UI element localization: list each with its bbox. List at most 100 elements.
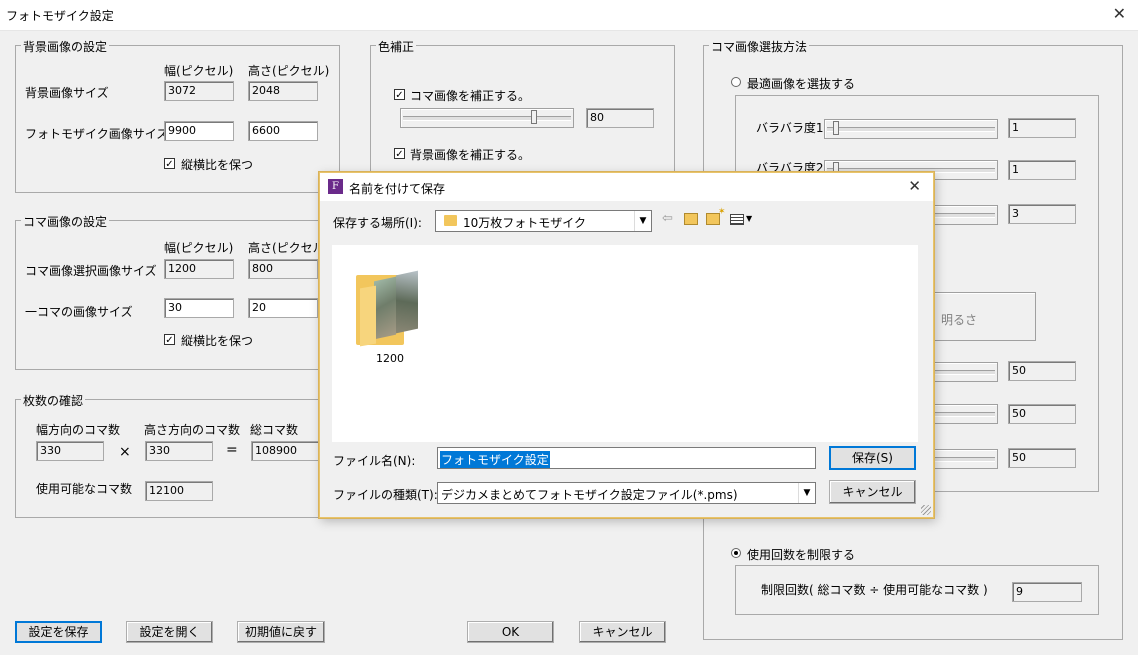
dialog-save-button[interactable]: 保存(S) <box>829 446 916 470</box>
reset-button[interactable]: 初期値に戻す <box>237 621 325 643</box>
bara1-value: 1 <box>1008 118 1076 138</box>
dialog-cancel-button[interactable]: キャンセル <box>829 480 916 504</box>
brightness-box: 、明るさ <box>924 292 1036 341</box>
slider-track <box>927 370 995 375</box>
limit-value-field: 9 <box>1012 582 1082 602</box>
slider-track <box>403 116 571 121</box>
bg-settings-title: 背景画像の設定 <box>21 38 110 55</box>
location-combo[interactable]: 10万枚フォトモザイク ▼ <box>435 210 652 232</box>
slider-track <box>927 412 995 417</box>
title-bar: フォトモザイク設定 ✕ <box>0 0 1138 31</box>
bara1-slider[interactable] <box>824 119 998 139</box>
mosaic-height-input[interactable]: 6600 <box>248 121 318 141</box>
value-c: 50 <box>1008 448 1076 468</box>
bg-correct-checkbox[interactable]: ✓ <box>394 148 405 160</box>
folder-photo-2 <box>396 270 418 334</box>
ok-button[interactable]: OK <box>467 621 554 643</box>
dialog-title: 名前を付けて保存 <box>349 182 446 196</box>
total-count-field: 108900 <box>251 441 321 461</box>
value-a: 50 <box>1008 361 1076 381</box>
limit-text: 制限回数( 総コマ数 ÷ 使用可能なコマ数 ) <box>761 583 988 597</box>
slider-c[interactable] <box>924 449 998 469</box>
bara1-label: バラバラ度1 <box>756 121 824 135</box>
mosaic-size-label: フォトモザイク画像サイズ <box>25 127 169 141</box>
folder-icon <box>444 215 457 226</box>
limit-radio[interactable] <box>731 548 741 558</box>
koma-correct-label: コマ画像を補正する。 <box>410 89 531 103</box>
dialog-close-icon[interactable]: ✕ <box>908 177 921 195</box>
koma-select-size-label: コマ画像選択画像サイズ <box>25 264 157 278</box>
window-title: フォトモザイク設定 <box>6 9 114 23</box>
selection-method-title: コマ画像選抜方法 <box>709 38 810 55</box>
open-settings-button[interactable]: 設定を開く <box>126 621 213 643</box>
filetype-label: ファイルの種類(T): <box>333 488 438 502</box>
equals-sign: = <box>226 442 238 458</box>
h-count-label: 幅方向のコマ数 <box>36 423 121 437</box>
filetype-combo[interactable]: デジカメまとめてフォトモザイク設定ファイル(*.pms) ▼ <box>437 482 816 504</box>
koma-col-width: 幅(ピクセル) <box>164 241 234 255</box>
slider-b[interactable] <box>924 404 998 424</box>
folder-item[interactable] <box>356 265 420 349</box>
koma-select-width-field: 1200 <box>164 259 234 279</box>
cancel-button[interactable]: キャンセル <box>579 621 666 643</box>
slider-track <box>927 457 995 462</box>
view-chevron-icon[interactable]: ▼ <box>746 214 752 223</box>
brightness-text: 、明るさ <box>929 313 978 327</box>
resize-grip-icon[interactable] <box>921 505 931 515</box>
usable-count-label: 使用可能なコマ数 <box>36 482 133 496</box>
koma-keep-ratio-checkbox[interactable]: ✓ <box>164 334 175 346</box>
optimal-label: 最適画像を選抜する <box>747 77 856 91</box>
chevron-down-icon[interactable]: ▼ <box>798 483 815 503</box>
view-menu-icon[interactable] <box>730 214 744 225</box>
folder-item-label: 1200 <box>376 352 404 365</box>
bara2-value: 1 <box>1008 160 1076 180</box>
koma-col-height: 高さ(ピクセル <box>248 241 325 255</box>
close-icon[interactable]: ✕ <box>1113 4 1126 23</box>
times-sign: × <box>119 444 131 460</box>
v-count-field: 330 <box>145 441 213 461</box>
back-icon[interactable]: ⇦ <box>662 211 673 226</box>
koma-keep-ratio-label: 縦横比を保つ <box>181 334 254 348</box>
slider-track <box>927 213 995 218</box>
third-slider[interactable] <box>924 205 998 225</box>
limit-label: 使用回数を制限する <box>747 548 856 562</box>
location-value: 10万枚フォトモザイク <box>463 216 587 230</box>
bg-correct-label: 背景画像を補正する。 <box>410 148 531 162</box>
koma-select-height-field: 800 <box>248 259 318 279</box>
slider-thumb[interactable] <box>833 121 839 135</box>
color-correction-title: 色補正 <box>376 38 417 55</box>
folder-front <box>360 285 376 347</box>
app-icon: F <box>328 179 343 194</box>
filename-input[interactable]: フォトモザイク設定 <box>437 447 816 469</box>
up-folder-icon[interactable] <box>684 213 698 225</box>
koma-unit-width-input[interactable]: 30 <box>164 298 234 318</box>
filename-value: フォトモザイク設定 <box>440 451 550 468</box>
bg-width-field: 3072 <box>164 81 234 101</box>
mosaic-width-input[interactable]: 9900 <box>164 121 234 141</box>
koma-correct-checkbox[interactable]: ✓ <box>394 89 405 101</box>
file-list-area[interactable]: 1200 <box>332 245 918 442</box>
koma-settings-title: コマ画像の設定 <box>21 213 110 230</box>
v-count-label: 高さ方向のコマ数 <box>144 423 241 437</box>
count-title: 枚数の確認 <box>21 392 86 409</box>
slider-a[interactable] <box>924 362 998 382</box>
koma-unit-height-input[interactable]: 20 <box>248 298 318 318</box>
save-settings-button[interactable]: 設定を保存 <box>15 621 102 643</box>
koma-unit-size-label: 一コマの画像サイズ <box>25 305 133 319</box>
bg-keep-ratio-checkbox[interactable]: ✓ <box>164 158 175 170</box>
sparkle-icon: ✶ <box>718 207 726 217</box>
slider-thumb[interactable] <box>531 110 537 124</box>
koma-correct-slider[interactable] <box>400 108 574 128</box>
koma-correct-value: 80 <box>586 108 654 128</box>
usable-count-field: 12100 <box>145 481 213 501</box>
location-label: 保存する場所(I): <box>333 216 422 230</box>
total-count-label: 総コマ数 <box>250 423 299 437</box>
third-value: 3 <box>1008 204 1076 224</box>
chevron-down-icon[interactable]: ▼ <box>634 211 651 231</box>
filetype-value: デジカメまとめてフォトモザイク設定ファイル(*.pms) <box>441 488 738 502</box>
bg-col-width: 幅(ピクセル) <box>164 64 234 78</box>
bg-size-label: 背景画像サイズ <box>25 86 109 100</box>
h-count-field: 330 <box>36 441 104 461</box>
optimal-radio[interactable] <box>731 77 741 87</box>
save-as-dialog: F 名前を付けて保存 ✕ 保存する場所(I): 10万枚フォトモザイク ▼ ⇦ … <box>319 172 934 518</box>
